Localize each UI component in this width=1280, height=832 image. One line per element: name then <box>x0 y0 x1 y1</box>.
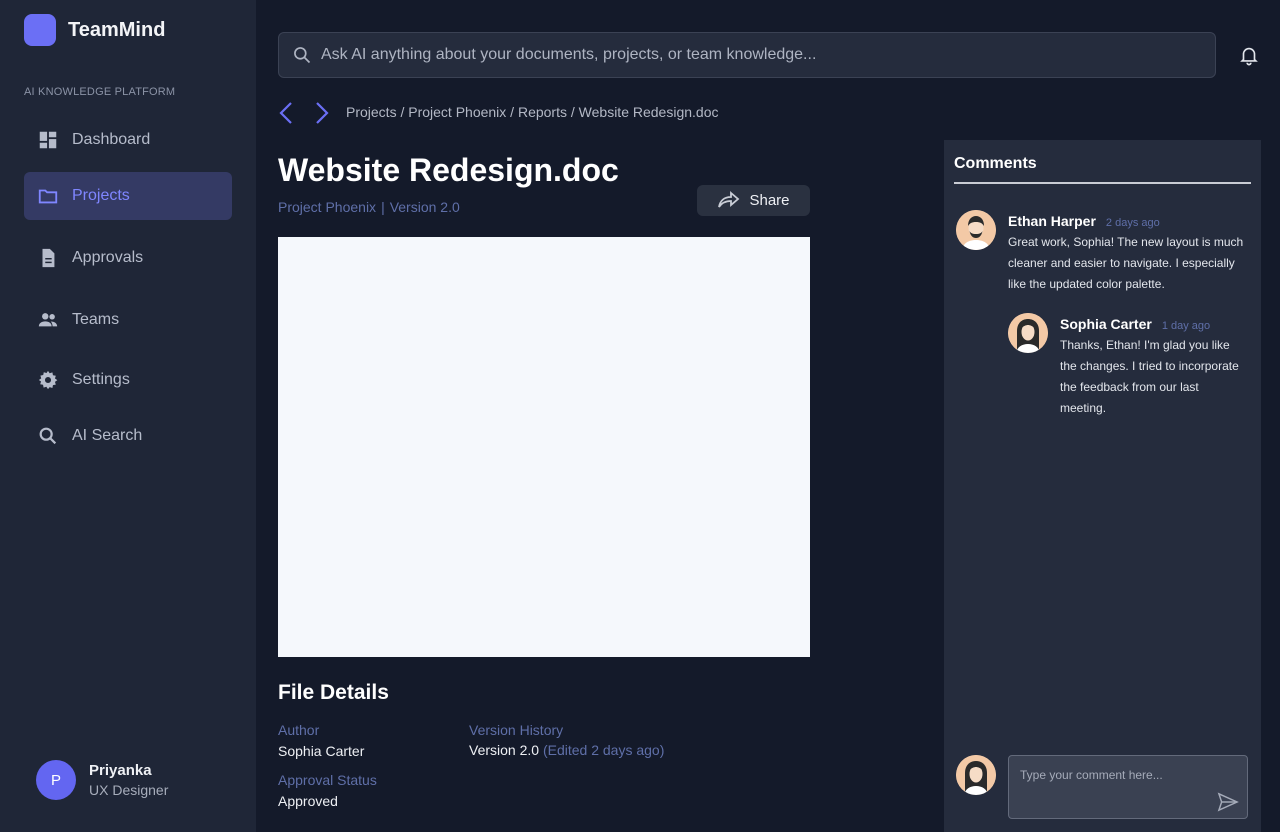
sidebar-item-settings[interactable]: Settings <box>24 356 232 404</box>
search-input[interactable] <box>321 46 1201 64</box>
send-icon[interactable] <box>1217 792 1241 814</box>
sidebar-item-label: Teams <box>72 311 120 328</box>
version-value: Version 2.0 <box>469 742 540 758</box>
people-icon <box>36 308 60 332</box>
document-preview[interactable] <box>278 237 810 657</box>
sidebar: TeamMind AI KNOWLEDGE PLATFORM Dashboard… <box>0 0 256 832</box>
author-label: Author <box>278 722 320 738</box>
user-name: Priyanka <box>89 762 152 779</box>
separator: | <box>381 199 385 215</box>
folder-icon <box>36 184 60 208</box>
document-meta: Project Phoenix | Version 2.0 <box>278 199 460 215</box>
brand-name: TeamMind <box>68 18 166 41</box>
share-button[interactable]: Share <box>697 185 810 216</box>
author-value: Sophia Carter <box>278 743 365 759</box>
sidebar-item-ai-search[interactable]: AI Search <box>24 412 232 460</box>
comment-author: Sophia Carter 1 day ago <box>1060 316 1210 332</box>
sidebar-item-dashboard[interactable]: Dashboard <box>24 116 232 164</box>
bell-icon[interactable] <box>1238 44 1260 66</box>
project-name[interactable]: Project Phoenix <box>278 199 376 215</box>
comment-reply: Sophia Carter 1 day ago Thanks, Ethan! I'… <box>1008 313 1248 423</box>
comment-author: Ethan Harper 2 days ago <box>1008 213 1160 229</box>
sidebar-item-label: Dashboard <box>72 131 151 148</box>
sidebar-item-approvals[interactable]: Approvals <box>24 234 232 282</box>
search-icon <box>291 44 313 66</box>
sidebar-item-label: Approvals <box>72 249 144 266</box>
comment-timestamp: 1 day ago <box>1161 320 1211 332</box>
brand-logo <box>24 14 56 46</box>
dashboard-icon <box>36 128 60 152</box>
search-bar[interactable] <box>278 32 1216 78</box>
forward-arrow-icon[interactable] <box>310 100 334 126</box>
comments-title: Comments <box>954 155 1037 172</box>
platform-label: AI KNOWLEDGE PLATFORM <box>24 86 176 98</box>
version-label[interactable]: Version 2.0 <box>390 199 460 215</box>
edited-note: (Edited 2 days ago) <box>542 742 665 758</box>
avatar <box>956 755 996 795</box>
comment-author-name: Sophia Carter <box>1060 316 1152 332</box>
share-icon <box>718 190 740 208</box>
back-arrow-icon[interactable] <box>274 100 298 126</box>
sidebar-item-label: AI Search <box>72 427 143 444</box>
sidebar-item-projects[interactable]: Projects <box>24 172 232 220</box>
version-history-label: Version History <box>469 722 564 738</box>
share-label: Share <box>749 192 790 209</box>
search-icon <box>36 424 60 448</box>
page-title: Website Redesign.doc <box>278 152 619 188</box>
breadcrumb[interactable]: Projects / Project Phoenix / Reports / W… <box>346 104 718 120</box>
file-details-title: File Details <box>278 681 389 704</box>
divider <box>954 182 1251 184</box>
comment-text: Great work, Sophia! The new layout is mu… <box>1008 235 1244 291</box>
comment-input[interactable] <box>1020 768 1220 782</box>
avatar <box>956 210 996 250</box>
comments-panel: Comments Ethan Harper 2 days ago Great wo… <box>944 140 1261 832</box>
document-icon <box>36 246 60 270</box>
user-role: UX Designer <box>89 782 169 798</box>
sidebar-item-label: Projects <box>72 187 130 204</box>
avatar: P <box>36 760 76 800</box>
comment-author-name: Ethan Harper <box>1008 213 1096 229</box>
brand[interactable]: TeamMind <box>24 14 165 46</box>
approval-value: Approved <box>278 793 338 809</box>
avatar <box>1008 313 1048 353</box>
comment-timestamp: 2 days ago <box>1105 217 1160 229</box>
gear-icon <box>36 368 60 392</box>
approval-label: Approval Status <box>278 772 377 788</box>
user-profile[interactable]: P Priyanka UX Designer <box>36 760 168 800</box>
comment-composer[interactable] <box>1008 755 1248 819</box>
sidebar-item-label: Settings <box>72 371 130 388</box>
version-history-value: Version 2.0 (Edited 2 days ago) <box>469 742 664 758</box>
comment-text: Thanks, Ethan! I'm glad you like the cha… <box>1060 338 1239 415</box>
sidebar-item-teams[interactable]: Teams <box>24 296 232 344</box>
comment: Ethan Harper 2 days ago Great work, Sophi… <box>956 210 1251 300</box>
